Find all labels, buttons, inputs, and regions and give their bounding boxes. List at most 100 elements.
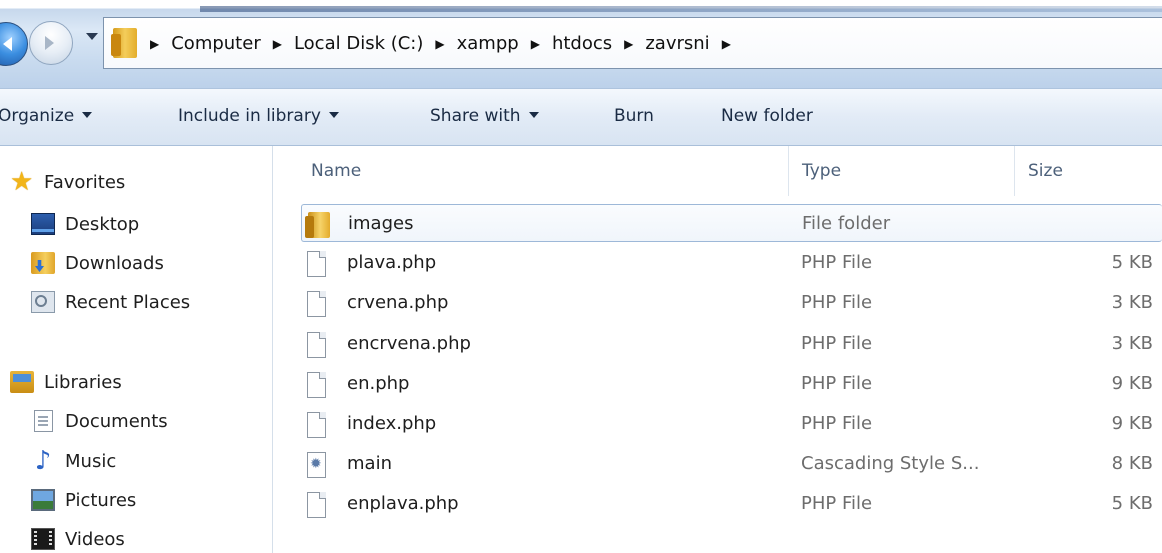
chevron-right-icon[interactable]: ▶ [722,37,731,51]
breadcrumb-computer[interactable]: Computer [171,33,260,54]
breadcrumb-xampp[interactable]: xampp [457,33,519,54]
nav-item-music[interactable]: ♪ Music [31,446,117,476]
file-size: 3 KB [1111,292,1153,313]
file-name: index.php [347,413,437,434]
burn-label: Burn [614,106,654,126]
folder-icon [305,212,330,238]
chevron-right-icon[interactable]: ▶ [273,37,282,51]
column-divider[interactable] [788,146,789,196]
chevron-right-icon[interactable]: ▶ [624,37,633,51]
php-file-icon [307,251,326,277]
back-button[interactable] [0,22,28,66]
title-bar-shade [200,6,1162,12]
organize-button[interactable]: Organize [0,106,93,126]
breadcrumb-zavrsni[interactable]: zavrsni [645,33,709,54]
file-size: 9 KB [1111,373,1153,394]
address-bar-area: ▶ Computer ▶ Local Disk (C:) ▶ xampp ▶ h… [0,0,1162,88]
file-type: File folder [802,213,891,234]
downloads-icon [31,252,55,274]
file-row-plava-php[interactable]: plava.php PHP File 5 KB [301,244,1162,282]
file-row-images[interactable]: images File folder [301,204,1162,242]
documents-icon [34,410,53,432]
file-name: images [348,213,414,234]
libraries-icon [10,371,34,393]
folder-icon [111,28,137,58]
breadcrumb-htdocs[interactable]: htdocs [552,33,612,54]
nav-item-documents[interactable]: Documents [31,410,168,432]
file-type: PHP File [801,292,873,313]
nav-item-label: Recent Places [65,291,191,313]
column-divider[interactable] [1014,146,1015,196]
share-with-button[interactable]: Share with [430,106,539,126]
file-type: PHP File [801,413,873,434]
column-header-name[interactable]: Name [311,161,361,181]
php-file-icon [307,412,326,438]
burn-button[interactable]: Burn [614,106,654,126]
nav-libraries[interactable]: Libraries [10,371,122,393]
nav-libraries-label: Libraries [44,371,122,393]
file-row-enplava-php[interactable]: enplava.php PHP File 5 KB [301,485,1162,523]
column-header-type[interactable]: Type [802,161,841,181]
recent-pages-dropdown[interactable] [86,33,98,40]
chevron-down-icon [328,112,339,118]
nav-item-videos[interactable]: Videos [31,528,125,550]
file-size: 5 KB [1111,252,1153,273]
share-with-label: Share with [430,106,521,126]
breadcrumb-local-disk[interactable]: Local Disk (C:) [294,33,423,54]
nav-item-label: Documents [65,410,168,432]
file-size: 5 KB [1111,493,1153,514]
file-name: main [347,453,392,474]
nav-item-label: Videos [65,528,125,550]
file-row-index-php[interactable]: index.php PHP File 9 KB [301,405,1162,443]
organize-label: Organize [0,106,75,126]
nav-item-desktop[interactable]: Desktop [31,213,139,235]
nav-favorites[interactable]: ★ Favorites [10,167,126,197]
file-name: enplava.php [347,493,459,514]
nav-item-label: Downloads [65,252,164,274]
php-file-icon [307,332,326,358]
star-icon: ★ [10,167,34,197]
video-film-icon [31,528,55,550]
file-size: 3 KB [1111,333,1153,354]
file-type: PHP File [801,333,873,354]
column-header-row: Name Type Size [274,146,1162,198]
nav-item-label: Pictures [65,489,137,511]
file-row-crvena-php[interactable]: crvena.php PHP File 3 KB [301,284,1162,322]
nav-item-recent-places[interactable]: Recent Places [31,291,190,313]
php-file-icon [307,492,326,518]
include-in-library-button[interactable]: Include in library [178,106,339,126]
nav-item-label: Desktop [65,213,140,235]
include-in-library-label: Include in library [178,106,321,126]
desktop-icon [31,213,55,235]
forward-button[interactable] [29,21,73,65]
php-file-icon [307,291,326,317]
new-folder-button[interactable]: New folder [721,106,813,126]
file-row-main[interactable]: main Cascading Style S... 8 KB [301,445,1162,483]
nav-item-label: Music [65,450,117,472]
chevron-right-icon[interactable]: ▶ [435,37,444,51]
nav-item-pictures[interactable]: Pictures [31,489,136,511]
chevron-right-icon[interactable]: ▶ [531,37,540,51]
chevron-down-icon [528,112,539,118]
music-note-icon: ♪ [34,446,52,476]
column-header-size[interactable]: Size [1028,161,1063,181]
command-bar: Organize Include in library Share with B… [0,88,1162,146]
nav-item-downloads[interactable]: Downloads [31,252,164,274]
file-name: crvena.php [347,292,449,313]
file-name: plava.php [347,252,437,273]
nav-favorites-label: Favorites [44,171,126,193]
file-row-encrvena-php[interactable]: encrvena.php PHP File 3 KB [301,325,1162,363]
breadcrumb: ▶ Computer ▶ Local Disk (C:) ▶ xampp ▶ h… [150,33,743,54]
chevron-down-icon [82,112,93,118]
file-row-en-php[interactable]: en.php PHP File 9 KB [301,365,1162,403]
file-name: encrvena.php [347,333,471,354]
file-size: 8 KB [1111,453,1153,474]
chevron-right-icon[interactable]: ▶ [150,37,159,51]
file-type: PHP File [801,252,873,273]
file-type: PHP File [801,493,873,514]
php-file-icon [307,372,326,398]
css-file-icon [307,452,326,478]
navigation-pane: ★ Favorites Desktop Downloads Recent Pla… [0,146,273,553]
pictures-icon [31,489,55,511]
recent-places-icon [31,291,55,313]
